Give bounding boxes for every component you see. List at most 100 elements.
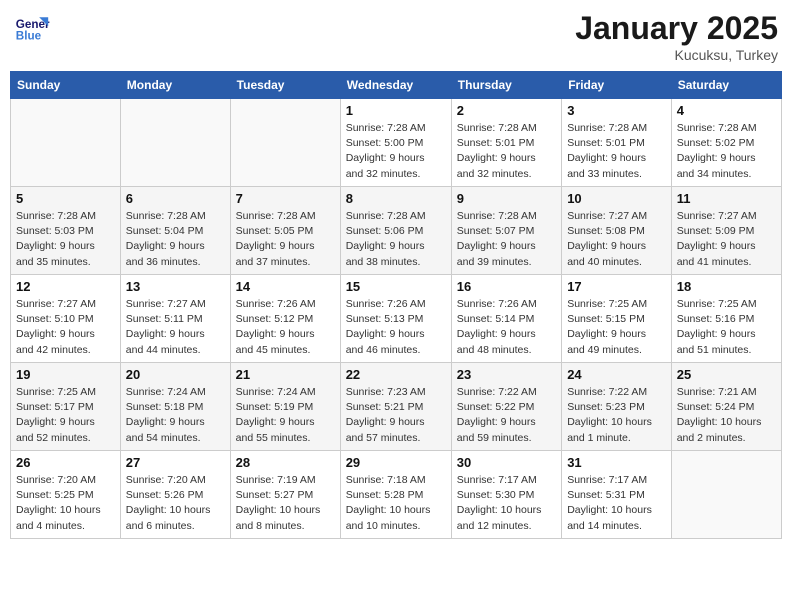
day-cell: 17 Sunrise: 7:25 AM Sunset: 5:15 PM Dayli… bbox=[562, 275, 672, 363]
day-number: 14 bbox=[236, 279, 335, 294]
day-cell: 11Sunrise: 7:27 AM Sunset: 5:09 PM Dayli… bbox=[671, 187, 781, 275]
location-subtitle: Kucuksu, Turkey bbox=[575, 47, 778, 63]
day-info: Sunrise: 7:25 AM Sunset: 5:17 PM Dayligh… bbox=[16, 385, 115, 446]
day-info: Sunrise: 7:23 AM Sunset: 5:21 PM Dayligh… bbox=[346, 385, 446, 446]
day-number: 31 bbox=[567, 455, 666, 470]
day-info: Sunrise: 7:25 AM Sunset: 5:15 PM Dayligh… bbox=[567, 297, 666, 358]
day-info: Sunrise: 7:28 AM Sunset: 5:00 PM Dayligh… bbox=[346, 121, 446, 182]
day-cell: 5Sunrise: 7:28 AM Sunset: 5:03 PM Daylig… bbox=[11, 187, 121, 275]
day-number: 6 bbox=[126, 191, 225, 206]
day-info: Sunrise: 7:19 AM Sunset: 5:27 PM Dayligh… bbox=[236, 473, 335, 534]
day-cell: 27 Sunrise: 7:20 AM Sunset: 5:26 PM Dayli… bbox=[120, 451, 230, 539]
day-info: Sunrise: 7:27 AM Sunset: 5:11 PM Dayligh… bbox=[126, 297, 225, 358]
day-number: 19 bbox=[16, 367, 115, 382]
day-info: Sunrise: 7:26 AM Sunset: 5:13 PM Dayligh… bbox=[346, 297, 446, 358]
day-info: Sunrise: 7:17 AM Sunset: 5:30 PM Dayligh… bbox=[457, 473, 556, 534]
day-number: 23 bbox=[457, 367, 556, 382]
day-info: Sunrise: 7:28 AM Sunset: 5:01 PM Dayligh… bbox=[457, 121, 556, 182]
day-cell: 25Sunrise: 7:21 AM Sunset: 5:24 PM Dayli… bbox=[671, 363, 781, 451]
header-monday: Monday bbox=[120, 72, 230, 99]
day-cell bbox=[671, 451, 781, 539]
day-cell: 20Sunrise: 7:24 AM Sunset: 5:18 PM Dayli… bbox=[120, 363, 230, 451]
logo: General Blue bbox=[14, 10, 50, 46]
day-number: 1 bbox=[346, 103, 446, 118]
day-cell: 24 Sunrise: 7:22 AM Sunset: 5:23 PM Dayli… bbox=[562, 363, 672, 451]
day-number: 16 bbox=[457, 279, 556, 294]
day-number: 13 bbox=[126, 279, 225, 294]
day-info: Sunrise: 7:25 AM Sunset: 5:16 PM Dayligh… bbox=[677, 297, 776, 358]
header-tuesday: Tuesday bbox=[230, 72, 340, 99]
day-cell: 12 Sunrise: 7:27 AM Sunset: 5:10 PM Dayli… bbox=[11, 275, 121, 363]
day-number: 29 bbox=[346, 455, 446, 470]
week-row-3: 12 Sunrise: 7:27 AM Sunset: 5:10 PM Dayli… bbox=[11, 275, 782, 363]
day-cell: 15Sunrise: 7:26 AM Sunset: 5:13 PM Dayli… bbox=[340, 275, 451, 363]
day-number: 9 bbox=[457, 191, 556, 206]
day-number: 3 bbox=[567, 103, 666, 118]
day-number: 28 bbox=[236, 455, 335, 470]
day-cell: 23 Sunrise: 7:22 AM Sunset: 5:22 PM Dayli… bbox=[451, 363, 561, 451]
day-info: Sunrise: 7:28 AM Sunset: 5:05 PM Dayligh… bbox=[236, 209, 335, 270]
day-cell: 18Sunrise: 7:25 AM Sunset: 5:16 PM Dayli… bbox=[671, 275, 781, 363]
day-cell: 14 Sunrise: 7:26 AM Sunset: 5:12 PM Dayli… bbox=[230, 275, 340, 363]
day-info: Sunrise: 7:27 AM Sunset: 5:09 PM Dayligh… bbox=[677, 209, 776, 270]
day-number: 26 bbox=[16, 455, 115, 470]
day-cell: 6 Sunrise: 7:28 AM Sunset: 5:04 PM Daylig… bbox=[120, 187, 230, 275]
day-number: 10 bbox=[567, 191, 666, 206]
calendar-body: 1 Sunrise: 7:28 AM Sunset: 5:00 PM Daylig… bbox=[11, 99, 782, 539]
logo-icon: General Blue bbox=[14, 10, 50, 46]
day-number: 17 bbox=[567, 279, 666, 294]
day-info: Sunrise: 7:28 AM Sunset: 5:02 PM Dayligh… bbox=[677, 121, 776, 182]
day-info: Sunrise: 7:24 AM Sunset: 5:19 PM Dayligh… bbox=[236, 385, 335, 446]
header-thursday: Thursday bbox=[451, 72, 561, 99]
week-row-5: 26 Sunrise: 7:20 AM Sunset: 5:25 PM Dayli… bbox=[11, 451, 782, 539]
day-info: Sunrise: 7:28 AM Sunset: 5:06 PM Dayligh… bbox=[346, 209, 446, 270]
header-saturday: Saturday bbox=[671, 72, 781, 99]
day-info: Sunrise: 7:20 AM Sunset: 5:25 PM Dayligh… bbox=[16, 473, 115, 534]
day-info: Sunrise: 7:22 AM Sunset: 5:23 PM Dayligh… bbox=[567, 385, 666, 446]
day-number: 27 bbox=[126, 455, 225, 470]
day-number: 12 bbox=[16, 279, 115, 294]
title-block: January 2025 Kucuksu, Turkey bbox=[575, 10, 778, 63]
day-cell: 19 Sunrise: 7:25 AM Sunset: 5:17 PM Dayli… bbox=[11, 363, 121, 451]
day-cell: 10 Sunrise: 7:27 AM Sunset: 5:08 PM Dayli… bbox=[562, 187, 672, 275]
header-friday: Friday bbox=[562, 72, 672, 99]
day-info: Sunrise: 7:27 AM Sunset: 5:08 PM Dayligh… bbox=[567, 209, 666, 270]
week-row-1: 1 Sunrise: 7:28 AM Sunset: 5:00 PM Daylig… bbox=[11, 99, 782, 187]
day-cell: 13 Sunrise: 7:27 AM Sunset: 5:11 PM Dayli… bbox=[120, 275, 230, 363]
day-info: Sunrise: 7:26 AM Sunset: 5:14 PM Dayligh… bbox=[457, 297, 556, 358]
day-cell: 1 Sunrise: 7:28 AM Sunset: 5:00 PM Daylig… bbox=[340, 99, 451, 187]
day-cell: 3 Sunrise: 7:28 AM Sunset: 5:01 PM Daylig… bbox=[562, 99, 672, 187]
day-info: Sunrise: 7:24 AM Sunset: 5:18 PM Dayligh… bbox=[126, 385, 225, 446]
day-cell: 28 Sunrise: 7:19 AM Sunset: 5:27 PM Dayli… bbox=[230, 451, 340, 539]
day-number: 30 bbox=[457, 455, 556, 470]
day-info: Sunrise: 7:28 AM Sunset: 5:07 PM Dayligh… bbox=[457, 209, 556, 270]
day-number: 21 bbox=[236, 367, 335, 382]
page-header: General Blue January 2025 Kucuksu, Turke… bbox=[10, 10, 782, 63]
week-row-4: 19 Sunrise: 7:25 AM Sunset: 5:17 PM Dayli… bbox=[11, 363, 782, 451]
day-number: 2 bbox=[457, 103, 556, 118]
header-sunday: Sunday bbox=[11, 72, 121, 99]
day-cell: 30 Sunrise: 7:17 AM Sunset: 5:30 PM Dayli… bbox=[451, 451, 561, 539]
day-info: Sunrise: 7:20 AM Sunset: 5:26 PM Dayligh… bbox=[126, 473, 225, 534]
day-cell bbox=[11, 99, 121, 187]
calendar-header-row: SundayMondayTuesdayWednesdayThursdayFrid… bbox=[11, 72, 782, 99]
day-info: Sunrise: 7:26 AM Sunset: 5:12 PM Dayligh… bbox=[236, 297, 335, 358]
day-cell: 31 Sunrise: 7:17 AM Sunset: 5:31 PM Dayli… bbox=[562, 451, 672, 539]
day-cell: 16 Sunrise: 7:26 AM Sunset: 5:14 PM Dayli… bbox=[451, 275, 561, 363]
day-cell: 9 Sunrise: 7:28 AM Sunset: 5:07 PM Daylig… bbox=[451, 187, 561, 275]
day-number: 8 bbox=[346, 191, 446, 206]
day-info: Sunrise: 7:17 AM Sunset: 5:31 PM Dayligh… bbox=[567, 473, 666, 534]
day-info: Sunrise: 7:22 AM Sunset: 5:22 PM Dayligh… bbox=[457, 385, 556, 446]
header-wednesday: Wednesday bbox=[340, 72, 451, 99]
day-number: 24 bbox=[567, 367, 666, 382]
month-title: January 2025 bbox=[575, 10, 778, 47]
day-number: 5 bbox=[16, 191, 115, 206]
day-cell: 22Sunrise: 7:23 AM Sunset: 5:21 PM Dayli… bbox=[340, 363, 451, 451]
svg-text:Blue: Blue bbox=[16, 30, 42, 43]
day-info: Sunrise: 7:28 AM Sunset: 5:04 PM Dayligh… bbox=[126, 209, 225, 270]
day-cell: 29Sunrise: 7:18 AM Sunset: 5:28 PM Dayli… bbox=[340, 451, 451, 539]
day-info: Sunrise: 7:28 AM Sunset: 5:01 PM Dayligh… bbox=[567, 121, 666, 182]
day-number: 4 bbox=[677, 103, 776, 118]
day-cell: 8 Sunrise: 7:28 AM Sunset: 5:06 PM Daylig… bbox=[340, 187, 451, 275]
day-info: Sunrise: 7:27 AM Sunset: 5:10 PM Dayligh… bbox=[16, 297, 115, 358]
